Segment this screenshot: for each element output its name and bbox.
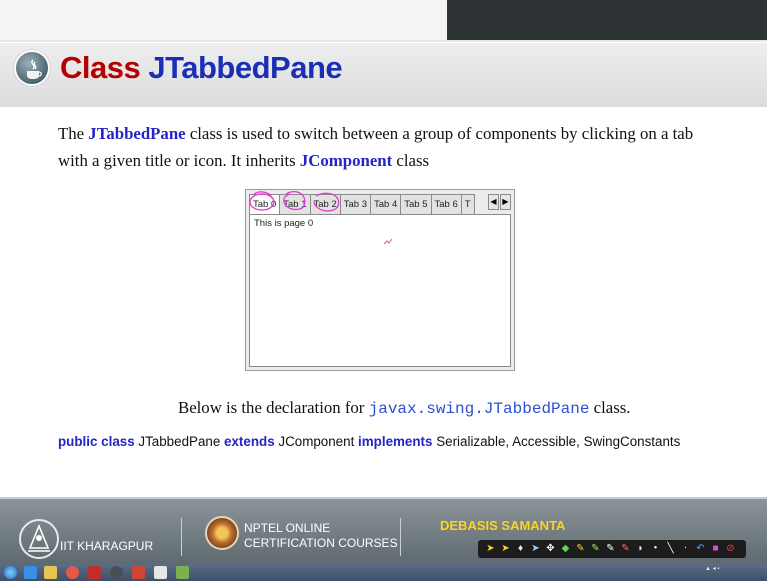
move-tool-icon[interactable]: ✥ <box>544 543 557 555</box>
sig-extends: extends <box>224 434 275 449</box>
iit-kharagpur-logo-icon <box>19 519 59 559</box>
description-paragraph: The JTabbedPane class is used to switch … <box>58 120 726 174</box>
tab-page-content: This is page 0 <box>249 214 511 367</box>
close-toolbar-icon[interactable]: ⊘ <box>724 543 737 555</box>
red-pen-icon[interactable]: ✎ <box>619 543 632 555</box>
footer-separator-2 <box>400 518 401 556</box>
green-marker-icon[interactable]: ◆ <box>559 543 572 555</box>
tab-4[interactable]: Tab 4 <box>370 194 402 214</box>
white-pen-icon[interactable]: ✎ <box>604 543 617 555</box>
decl-code: javax.swing.JTabbedPane <box>368 400 590 418</box>
tabbed-pane-demo: Tab 0 Tab 1 Tab 2 Tab 3 Tab 4 Tab 5 Tab … <box>245 189 515 371</box>
color-picker-icon[interactable]: ■ <box>709 543 722 555</box>
chrome-icon[interactable] <box>66 566 79 579</box>
nptel-logo-icon <box>205 516 239 550</box>
nptel-line-2: CERTIFICATION COURSES <box>244 536 398 550</box>
tab-6[interactable]: Tab 6 <box>430 194 462 214</box>
footer-institute-label: IIT KHARAGPUR <box>60 539 154 553</box>
sig-superclass: JComponent <box>278 434 355 449</box>
app-icon[interactable] <box>176 566 189 579</box>
para-text-1: The <box>58 124 85 143</box>
tab-0[interactable]: Tab 0 <box>249 194 281 215</box>
java-logo-icon <box>14 50 50 86</box>
nptel-line-1: NPTEL ONLINE <box>244 521 331 535</box>
pdf-reader-icon[interactable] <box>88 566 101 579</box>
folder-icon[interactable] <box>44 566 57 579</box>
para-keyword-jcomponent: JComponent <box>299 151 393 170</box>
sig-interfaces: Serializable, Accessible, SwingConstants <box>436 434 681 449</box>
tab-2[interactable]: Tab 2 <box>309 194 341 214</box>
footer-nptel-label: NPTEL ONLINE CERTIFICATION COURSES <box>244 521 398 551</box>
tab-scroll-left-button[interactable]: ◀ <box>488 194 499 210</box>
cursor-tool-icon[interactable]: ➤ <box>529 543 542 555</box>
para-text-3: class <box>396 151 430 170</box>
pointer-tool-icon[interactable]: ➤ <box>484 543 497 555</box>
class-signature: public class JTabbedPane extends JCompon… <box>58 434 680 449</box>
sig-public-class: public class <box>58 434 135 449</box>
media-icon[interactable] <box>110 566 123 579</box>
system-tray-clock: ▲ ◂ ▪ <box>705 566 720 572</box>
decl-text-1: Below is the declaration for <box>178 398 365 417</box>
tab-strip: Tab 0 Tab 1 Tab 2 Tab 3 Tab 4 Tab 5 Tab … <box>249 194 475 215</box>
select-tool-icon[interactable]: ♦ <box>514 543 527 555</box>
title-class-name: JTabbedPane <box>148 50 343 85</box>
sig-class-name: JTabbedPane <box>138 434 221 449</box>
declaration-line: Below is the declaration for javax.swing… <box>178 398 630 418</box>
para-keyword-jtabbedpane: JTabbedPane <box>88 124 186 143</box>
decl-text-2: class. <box>593 398 631 417</box>
top-band <box>0 0 767 42</box>
top-band-line <box>0 40 767 42</box>
eraser-icon[interactable]: ◗ <box>634 543 647 555</box>
slide-title: Class JTabbedPane <box>60 50 343 86</box>
line-tool-icon[interactable]: ╲ <box>664 543 677 555</box>
arrow-tool-icon[interactable]: ➤ <box>499 543 512 555</box>
footer-author-name: DEBASIS SAMANTA <box>440 518 566 533</box>
undo-icon[interactable]: ↶ <box>694 543 707 555</box>
powerpoint-icon[interactable] <box>132 566 145 579</box>
tab-5[interactable]: Tab 5 <box>400 194 432 214</box>
footer-separator-1 <box>181 518 182 556</box>
browser-icon[interactable] <box>24 566 37 579</box>
top-band-dark <box>447 0 767 42</box>
yellow-pen-icon[interactable]: ✎ <box>574 543 587 555</box>
start-button-icon[interactable] <box>4 566 17 579</box>
sig-implements: implements <box>358 434 433 449</box>
page-label: This is page 0 <box>254 218 314 229</box>
title-prefix: Class <box>60 50 141 85</box>
pen-toolbar: ➤ ➤ ♦ ➤ ✥ ◆ ✎ ✎ ✎ ✎ ◗ • ╲ · ↶ ■ ⊘ <box>478 540 746 558</box>
tab-7-partial[interactable]: T <box>460 194 475 214</box>
green-pen-icon[interactable]: ✎ <box>589 543 602 555</box>
tab-3[interactable]: Tab 3 <box>339 194 371 214</box>
dot-tool-icon[interactable]: • <box>649 543 662 555</box>
small-dot-icon[interactable]: · <box>679 543 692 555</box>
tab-scroll-right-button[interactable]: ▶ <box>500 194 511 210</box>
document-icon[interactable] <box>154 566 167 579</box>
tab-1[interactable]: Tab 1 <box>279 194 311 214</box>
